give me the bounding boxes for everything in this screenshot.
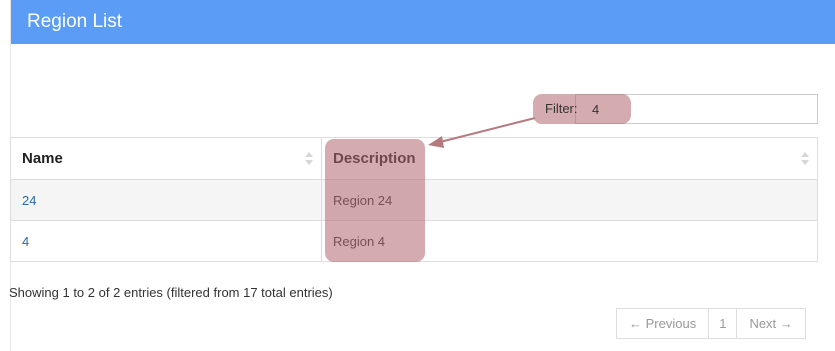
previous-page-button[interactable]: ← Previous bbox=[617, 309, 709, 338]
table-row: 4 Region 4 bbox=[10, 220, 818, 262]
filter-label: Filter: bbox=[545, 101, 578, 116]
column-header-description-label: Description bbox=[333, 150, 416, 167]
panel-title: Region List bbox=[27, 11, 123, 32]
region-description: Region 4 bbox=[333, 233, 386, 249]
region-name-link[interactable]: 24 bbox=[22, 193, 36, 208]
table-cell-name[interactable]: 4 bbox=[10, 220, 322, 262]
next-page-button[interactable]: Next → bbox=[736, 309, 805, 338]
table-info: Showing 1 to 2 of 2 entries (filtered fr… bbox=[9, 285, 333, 300]
region-description: Region 24 bbox=[333, 192, 393, 208]
table-cell-description: Region 4 bbox=[321, 220, 818, 262]
filter-value[interactable]: 4 bbox=[592, 102, 599, 118]
region-name-link[interactable]: 4 bbox=[22, 234, 29, 249]
table-cell-name[interactable]: 24 bbox=[10, 179, 322, 221]
column-header-name-label: Name bbox=[22, 150, 63, 167]
pagination: ← Previous 1 Next → bbox=[616, 308, 806, 339]
current-page-button[interactable]: 1 bbox=[708, 309, 737, 338]
table-cell-description: Region 24 bbox=[321, 179, 818, 221]
column-header-description[interactable]: Description bbox=[321, 137, 818, 180]
sort-both-icon bbox=[801, 152, 809, 166]
table-row: 24 Region 24 bbox=[10, 179, 818, 221]
region-table: Name Description 24 Region 24 4 Region 4 bbox=[10, 137, 818, 262]
column-header-name[interactable]: Name bbox=[10, 137, 322, 180]
sort-both-icon bbox=[305, 152, 313, 166]
table-header-row: Name Description bbox=[10, 137, 818, 180]
panel-header: Region List bbox=[11, 0, 835, 44]
